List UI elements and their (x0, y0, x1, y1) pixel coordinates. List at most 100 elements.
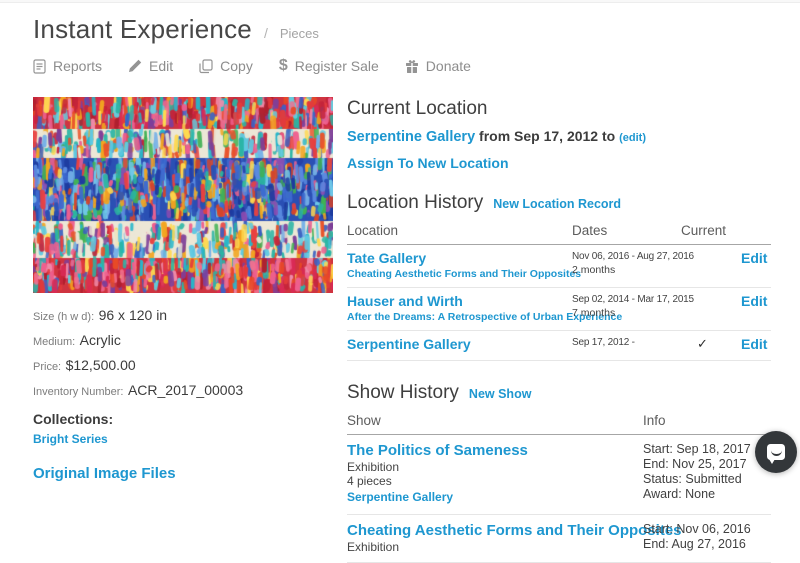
chat-bubble-icon (767, 444, 785, 460)
location-history-header: Location History New Location Record (347, 191, 771, 214)
location-history-heading: Location History (347, 191, 483, 214)
column-header-show: Show (347, 413, 643, 428)
show-end-date: End: Nov 25, 2017 (643, 457, 771, 472)
location-cell: Serpentine Gallery (347, 336, 572, 354)
show-title-link[interactable]: Cheating Aesthetic Forms and Their Oppos… (347, 522, 682, 539)
current-location-gallery-link[interactable]: Serpentine Gallery (347, 129, 475, 145)
inventory-number-field: Inventory Number: ACR_2017_00003 (33, 382, 333, 401)
info-cell: Start: Sep 18, 2017 End: Nov 25, 2017 St… (643, 442, 771, 502)
show-cell: Cheating Aesthetic Forms and Their Oppos… (347, 522, 643, 554)
breadcrumb-separator: / (264, 25, 268, 41)
report-icon (33, 59, 46, 74)
show-venue-link[interactable]: Serpentine Gallery (347, 490, 453, 504)
edit-button[interactable]: Edit (128, 58, 173, 74)
current-location-date-range: from Sep 17, 2012 to (479, 128, 615, 144)
collection-link-bright-series[interactable]: Bright Series (33, 432, 108, 446)
copy-button[interactable]: Copy (199, 58, 253, 74)
page-title: Instant Experience (33, 14, 252, 45)
column-header-current: Current (681, 223, 741, 238)
show-table-header-row: Show Info (347, 408, 771, 435)
edit-location-link[interactable]: Edit (741, 250, 771, 266)
medium-field: Medium: Acrylic (33, 332, 333, 351)
collections-heading: Collections: (33, 410, 333, 428)
location-table-header-row: Location Dates Current (347, 218, 771, 245)
dates-range-text: Sep 02, 2014 - Mar 17, 2015 (572, 293, 681, 307)
price-field: Price: $12,500.00 (33, 357, 333, 376)
piece-summary-panel: Size (h w d): 96 x 120 in Medium: Acryli… (33, 97, 333, 483)
edit-location-link[interactable]: Edit (741, 336, 771, 352)
location-link[interactable]: Serpentine Gallery (347, 336, 471, 352)
inventory-number-label: Inventory Number: (33, 386, 123, 398)
show-cell: The Politics of Sameness Exhibition 4 pi… (347, 442, 643, 506)
show-history-header: Show History New Show (347, 381, 771, 404)
location-link[interactable]: Tate Gallery (347, 250, 426, 266)
dates-cell: Sep 17, 2012 - (572, 336, 681, 350)
intercom-chat-button[interactable] (755, 431, 797, 473)
edit-label: Edit (149, 58, 173, 74)
current-checkmark: ✓ (681, 336, 741, 352)
page-header: Instant Experience / Pieces (33, 14, 319, 45)
pencil-icon (128, 59, 142, 73)
inventory-number-value: ACR_2017_00003 (128, 382, 243, 398)
show-start-date: Start: Nov 06, 2016 (643, 522, 771, 537)
show-award: Award: None (643, 487, 771, 502)
current-location-line: Serpentine Gallery from Sep 17, 2012 to … (347, 127, 771, 147)
show-row-cheating-aesthetic-forms: Cheating Aesthetic Forms and Their Oppos… (347, 515, 771, 563)
show-start-date: Start: Sep 18, 2017 (643, 442, 771, 457)
location-cell: Hauser and Wirth After the Dreams: A Ret… (347, 293, 572, 324)
dates-range-text: Nov 06, 2016 - Aug 27, 2016 (572, 250, 681, 264)
piece-details: Size (h w d): 96 x 120 in Medium: Acryli… (33, 307, 333, 401)
column-header-info: Info (643, 413, 771, 428)
reports-button[interactable]: Reports (33, 58, 102, 74)
dates-cell: Sep 02, 2014 - Mar 17, 2015 7 months (572, 293, 681, 320)
page-root: { "colors": { "link_blue": "#1e97d0", "t… (0, 0, 800, 484)
show-status: Status: Submitted (643, 472, 771, 487)
register-sale-label: Register Sale (295, 58, 379, 74)
location-history-table: Location Dates Current Tate Gallery Chea… (347, 218, 771, 361)
copy-icon (199, 59, 213, 74)
show-history-heading: Show History (347, 381, 459, 404)
artwork-image[interactable] (33, 97, 333, 293)
location-row-serpentine-gallery: Serpentine Gallery Sep 17, 2012 - ✓ Edit (347, 331, 771, 361)
show-title-link[interactable]: The Politics of Sameness (347, 442, 528, 459)
info-cell: Start: Nov 06, 2016 End: Aug 27, 2016 (643, 522, 771, 552)
location-show-panel: Current Location Serpentine Gallery from… (347, 97, 771, 563)
location-row-tate-gallery: Tate Gallery Cheating Aesthetic Forms an… (347, 245, 771, 288)
donate-label: Donate (426, 58, 471, 74)
current-location-edit-link[interactable]: (edit) (619, 132, 646, 144)
location-show-sublink[interactable]: After the Dreams: A Retrospective of Urb… (347, 311, 572, 324)
location-show-sublink[interactable]: Cheating Aesthetic Forms and Their Oppos… (347, 268, 572, 281)
new-location-record-link[interactable]: New Location Record (493, 197, 621, 211)
location-link[interactable]: Hauser and Wirth (347, 293, 463, 309)
register-sale-button[interactable]: $ Register Sale (279, 58, 379, 74)
edit-location-link[interactable]: Edit (741, 293, 771, 309)
show-type: Exhibition (347, 540, 643, 554)
reports-label: Reports (53, 58, 102, 74)
column-header-location: Location (347, 223, 572, 238)
show-end-date: End: Aug 27, 2016 (643, 537, 771, 552)
show-history-table: Show Info The Politics of Sameness Exhib… (347, 408, 771, 563)
show-row-politics-of-sameness: The Politics of Sameness Exhibition 4 pi… (347, 435, 771, 515)
location-cell: Tate Gallery Cheating Aesthetic Forms an… (347, 250, 572, 281)
original-image-files-link[interactable]: Original Image Files (33, 465, 176, 482)
toolbar: Reports Edit Copy $ Register Sale Donat (33, 58, 471, 74)
show-pieces-count: 4 pieces (347, 474, 643, 488)
location-row-hauser-and-wirth: Hauser and Wirth After the Dreams: A Ret… (347, 288, 771, 331)
breadcrumb-pieces[interactable]: Pieces (280, 26, 319, 41)
dollar-icon: $ (279, 59, 288, 73)
column-header-edit (741, 223, 771, 238)
new-show-link[interactable]: New Show (469, 387, 532, 401)
column-header-dates: Dates (572, 223, 681, 238)
gift-icon (405, 59, 419, 73)
size-field: Size (h w d): 96 x 120 in (33, 307, 333, 326)
medium-value: Acrylic (80, 332, 121, 348)
size-label: Size (h w d): (33, 311, 94, 323)
current-location-heading: Current Location (347, 97, 771, 120)
donate-button[interactable]: Donate (405, 58, 471, 74)
medium-label: Medium: (33, 336, 75, 348)
top-border (0, 0, 800, 3)
duration-text: 2 months (572, 264, 681, 277)
assign-new-location-link[interactable]: Assign To New Location (347, 155, 509, 171)
price-value: $12,500.00 (66, 357, 136, 373)
size-value: 96 x 120 in (99, 307, 168, 323)
